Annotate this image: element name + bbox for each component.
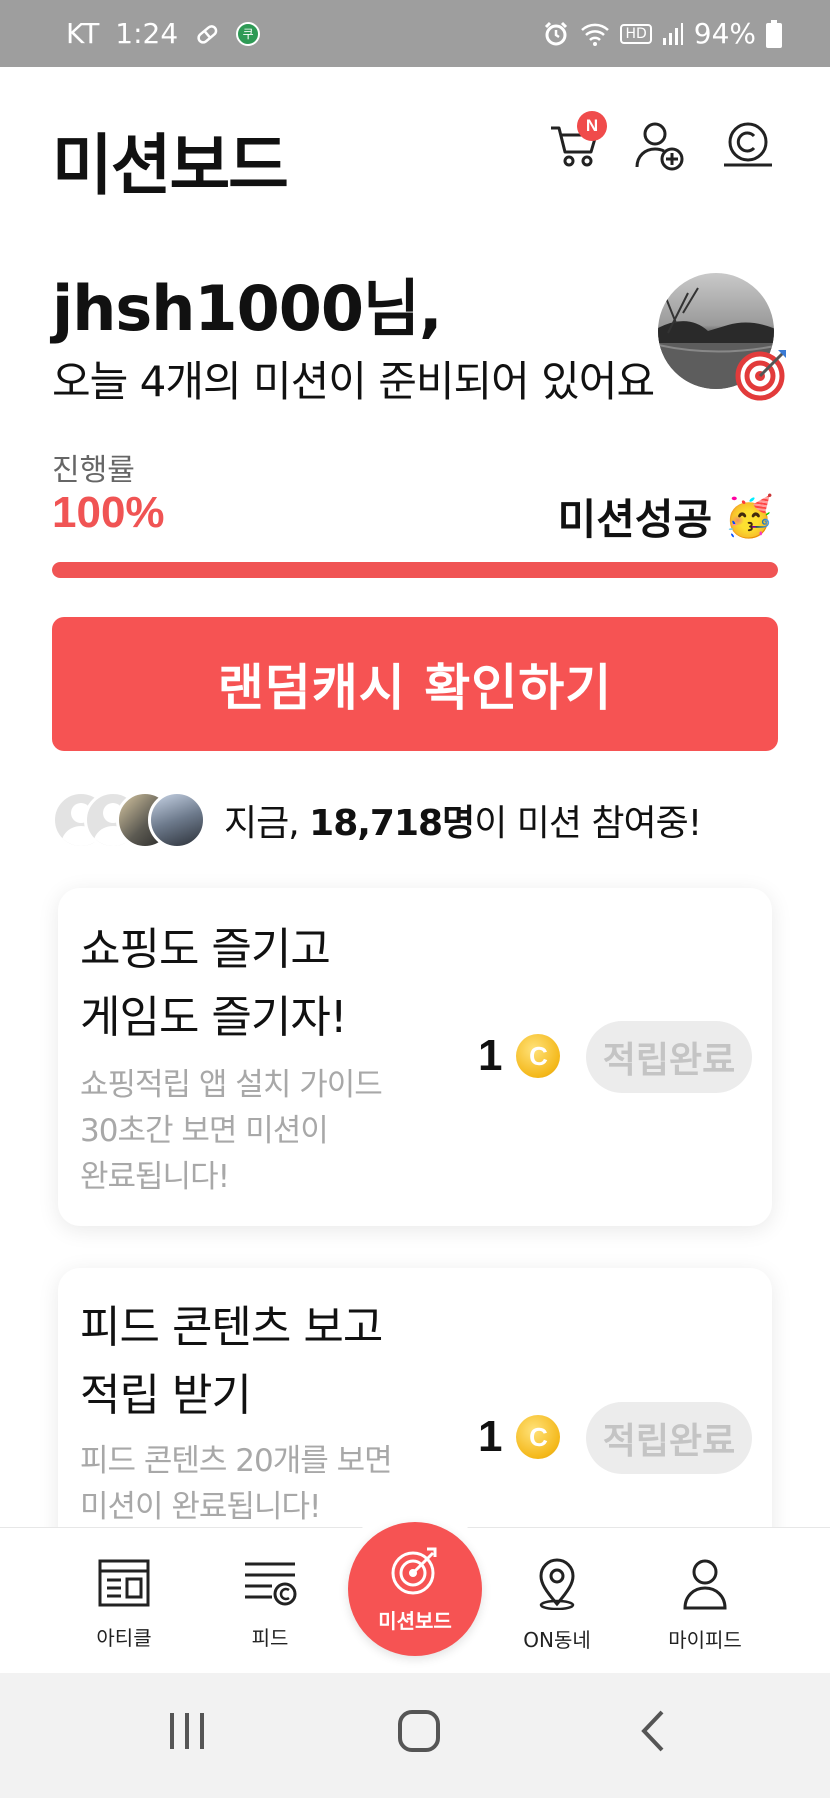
target-icon [389, 1545, 441, 1601]
participants-row: 지금, 18,718명이 미션 참여중! [52, 790, 702, 850]
nav-label: 마이피드 [668, 1628, 742, 1652]
progress-bar-fill [52, 562, 778, 578]
participants-prefix: 지금, [224, 803, 310, 844]
progress-value: 100% [52, 488, 165, 537]
battery-icon [766, 19, 782, 48]
nav-label: 아티클 [96, 1626, 152, 1650]
back-icon [638, 1708, 668, 1758]
nav-item-feed[interactable]: 피드 [210, 1528, 330, 1674]
nav-label: 미션보드 [378, 1608, 452, 1633]
participants-text: 지금, 18,718명이 미션 참여중! [224, 794, 702, 846]
mission-reward: 1 C [478, 1031, 561, 1081]
cash-coin-icon: C [516, 1415, 561, 1459]
participants-suffix: 이 미션 참여중! [474, 803, 702, 844]
nav-label: ON동네 [523, 1628, 591, 1652]
mission-status-button[interactable]: 적립완료 [586, 1402, 752, 1474]
hd-label: HD [620, 23, 652, 44]
greeting-name: jhsh1000님, [52, 272, 443, 345]
cart-button[interactable]: N [545, 111, 607, 177]
nav-label: 피드 [251, 1626, 289, 1650]
mission-card[interactable]: 쇼핑도 즐기고 게임도 즐기자! 쇼핑적립 앱 설치 가이드 30초간 보면 미… [58, 888, 772, 1226]
recent-apps-icon [166, 1710, 208, 1756]
location-pin-icon [535, 1558, 579, 1614]
coin-icon [721, 121, 775, 173]
cash-coin-icon: C [516, 1034, 561, 1078]
target-emoji-icon [734, 346, 790, 402]
app-notification-icon: 쿠 [236, 21, 261, 46]
add-person-icon [634, 119, 686, 175]
clock: 1:24 [115, 17, 179, 50]
mission-status: 미션성공 🥳 [558, 486, 774, 547]
nav-item-mission-board[interactable]: 미션보드 [348, 1522, 482, 1656]
mission-title-line: 쇼핑도 즐기고 [80, 924, 331, 975]
mission-title-line: 적립 받기 [80, 1370, 252, 1421]
participants-count: 18,718명 [309, 803, 475, 844]
reward-amount: 1 [478, 1031, 503, 1080]
page-title: 미션보드 [52, 127, 289, 204]
system-nav-bar [0, 1673, 830, 1798]
wifi-icon [580, 21, 610, 47]
mission-reward: 1 C [478, 1412, 561, 1462]
home-button[interactable] [384, 1703, 454, 1763]
pill-icon [194, 21, 220, 47]
mission-desc-line: 쇼핑적립 앱 설치 가이드 [80, 1067, 383, 1103]
reward-amount: 1 [478, 1412, 503, 1461]
home-icon [396, 1708, 442, 1758]
mission-description: 쇼핑적립 앱 설치 가이드 30초간 보면 미션이 완료됩니다! [80, 1062, 383, 1200]
mission-desc-line: 30초간 보면 미션이 [80, 1113, 329, 1149]
alarm-icon [542, 20, 570, 48]
header: 미션보드 N [0, 67, 830, 237]
nav-item-article[interactable]: 아티클 [64, 1528, 184, 1674]
status-bar: KT 1:24 쿠 HD 94% [0, 0, 830, 67]
article-icon [97, 1558, 151, 1612]
mission-desc-line: 미션이 완료됩니다! [80, 1489, 321, 1525]
feed-icon [242, 1558, 298, 1612]
mission-desc-line: 피드 콘텐츠 20개를 보면 [80, 1443, 393, 1479]
participant-avatar [148, 791, 206, 849]
mission-title: 쇼핑도 즐기고 게임도 즐기자! [80, 916, 348, 1052]
mission-status-button[interactable]: 적립완료 [586, 1021, 752, 1093]
battery-percent: 94% [693, 17, 756, 50]
nav-item-on-neighborhood[interactable]: ON동네 [497, 1528, 617, 1674]
mission-title-line: 피드 콘텐츠 보고 [80, 1302, 383, 1353]
nav-item-my-feed[interactable]: 마이피드 [645, 1528, 765, 1674]
cash-button[interactable] [718, 117, 778, 177]
carrier-label: KT [66, 17, 100, 50]
back-button[interactable] [618, 1703, 688, 1763]
cart-badge: N [577, 111, 607, 141]
person-icon [682, 1558, 728, 1614]
mission-description: 피드 콘텐츠 20개를 보면 미션이 완료됩니다! [80, 1438, 393, 1530]
party-face-icon: 🥳 [724, 494, 774, 540]
progress-bar [52, 562, 778, 578]
random-cash-button[interactable]: 랜덤캐시 확인하기 [52, 617, 778, 751]
mission-desc-line: 완료됩니다! [80, 1159, 230, 1195]
recent-apps-button[interactable] [152, 1703, 222, 1763]
mission-title-line: 게임도 즐기자! [80, 992, 348, 1043]
mission-status-text: 미션성공 [557, 495, 713, 544]
greeting-message: 오늘 4개의 미션이 준비되어 있어요 [52, 357, 655, 406]
add-friend-button[interactable] [630, 117, 690, 177]
progress-label: 진행률 [52, 453, 135, 488]
mission-title: 피드 콘텐츠 보고 적립 받기 [80, 1294, 383, 1430]
signal-icon [662, 22, 684, 46]
